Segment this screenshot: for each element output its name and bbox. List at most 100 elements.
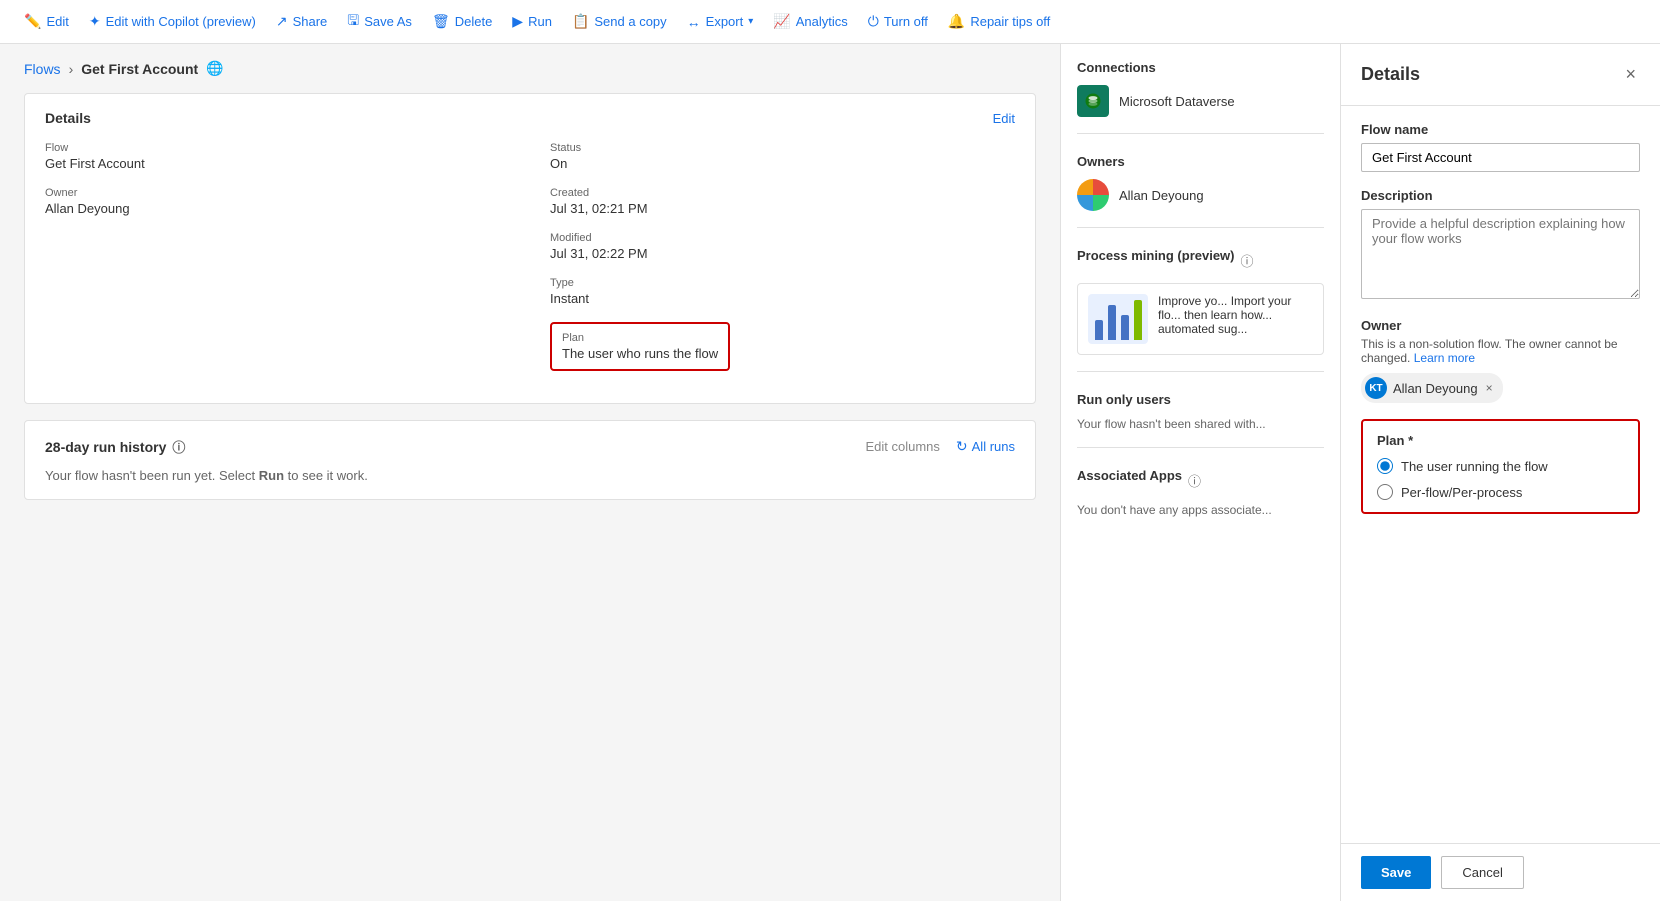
plan-highlight-box: Plan The user who runs the flow <box>550 322 730 371</box>
delete-icon: 🗑 <box>432 13 450 30</box>
run-word: Run <box>259 468 284 483</box>
right-panel: Connections Microsoft Dataverse Owners A <box>1060 44 1340 901</box>
owners-title: Owners <box>1077 154 1324 169</box>
edit-icon: ✏️ <box>24 13 41 30</box>
owner-item: Allan Deyoung <box>1077 179 1324 211</box>
globe-icon: 🌐 <box>206 60 223 77</box>
bar4 <box>1134 300 1142 340</box>
flow-label: Flow <box>45 142 510 154</box>
owner-name: Allan Deyoung <box>1119 188 1204 203</box>
created-value: Jul 31, 02:21 PM <box>550 201 1015 216</box>
owner-tag-remove[interactable]: × <box>1486 381 1493 395</box>
toolbar-save-as-label: Save As <box>364 14 412 29</box>
flow-value: Get First Account <box>45 156 510 171</box>
details-card-header: Details Edit <box>45 110 1015 126</box>
details-grid: Flow Get First Account Owner Allan Deyou… <box>45 142 1015 387</box>
plan-option-user-running[interactable]: The user running the flow <box>1377 458 1624 474</box>
associated-apps-section: Associated Apps ⓘ You don't have any app… <box>1077 468 1324 533</box>
process-mining-title: Process mining (preview) <box>1077 248 1235 263</box>
toolbar-send-copy[interactable]: 📋 Send a copy <box>564 7 675 36</box>
owner-avatar <box>1077 179 1109 211</box>
details-panel-header: Details × <box>1341 44 1660 106</box>
type-label: Type <box>550 277 1015 289</box>
toolbar-edit-copilot[interactable]: ✦ Edit with Copilot (preview) <box>81 7 264 36</box>
flow-name-input[interactable] <box>1361 143 1640 172</box>
toolbar-export[interactable]: ↔ Export ▾ <box>679 8 762 36</box>
owner-desc-text: This is a non-solution flow. The owner c… <box>1361 337 1618 365</box>
run-only-users-title: Run only users <box>1077 392 1324 407</box>
cancel-button[interactable]: Cancel <box>1441 856 1523 889</box>
plan-section: Plan * The user running the flow Per-flo… <box>1361 419 1640 514</box>
process-mining-text: Improve yo... Import your flo... then le… <box>1158 294 1313 344</box>
process-mining-card: Improve yo... Import your flo... then le… <box>1077 283 1324 355</box>
export-chevron-icon: ▾ <box>748 16 753 27</box>
send-copy-icon: 📋 <box>572 13 589 30</box>
description-textarea[interactable] <box>1361 209 1640 299</box>
copilot-icon: ✦ <box>89 13 101 30</box>
owner-detail: Owner Allan Deyoung <box>45 187 510 216</box>
flow-detail: Flow Get First Account <box>45 142 510 171</box>
plan-value: The user who runs the flow <box>562 346 718 361</box>
owner-label: Owner <box>45 187 510 199</box>
owner-value: Allan Deyoung <box>45 201 510 216</box>
details-edit-link[interactable]: Edit <box>993 111 1015 126</box>
run-history-title: 28-day run history <box>45 439 166 455</box>
plan-radio-user-running[interactable] <box>1377 458 1393 474</box>
plan-option-per-flow[interactable]: Per-flow/Per-process <box>1377 484 1624 500</box>
bar2 <box>1108 305 1116 340</box>
associated-apps-info-icon[interactable]: ⓘ <box>1188 471 1201 490</box>
details-card: Details Edit Flow Get First Account Owne… <box>24 93 1036 404</box>
edit-columns-link[interactable]: Edit columns <box>865 439 939 454</box>
toolbar-export-label: Export <box>706 14 744 29</box>
all-runs-link[interactable]: ↻ All runs <box>956 438 1015 455</box>
refresh-icon: ↻ <box>956 438 968 455</box>
owner-field-label: Owner <box>1361 318 1640 333</box>
breadcrumb-separator: › <box>69 61 74 77</box>
details-card-title: Details <box>45 110 91 126</box>
process-mining-section: Process mining (preview) ⓘ Improve yo...… <box>1077 248 1324 372</box>
type-value: Instant <box>550 291 1015 306</box>
toolbar-analytics[interactable]: 📈 Analytics <box>765 7 855 36</box>
toolbar-edit-label: Edit <box>46 14 68 29</box>
toolbar-run-label: Run <box>528 14 552 29</box>
owner-field-group: Owner This is a non-solution flow. The o… <box>1361 318 1640 403</box>
save-button[interactable]: Save <box>1361 856 1431 889</box>
dataverse-icon <box>1077 85 1109 117</box>
content-panel: Flows › Get First Account 🌐 Details Edit… <box>0 44 1060 901</box>
run-history-empty-text1: Your flow hasn't been run yet. Select <box>45 468 259 483</box>
toolbar-turn-off[interactable]: ⏻ Turn off <box>860 7 936 36</box>
owner-tag: KT Allan Deyoung × <box>1361 373 1503 403</box>
associated-apps-title-row: Associated Apps ⓘ <box>1077 468 1324 493</box>
owner-tag-name: Allan Deyoung <box>1393 381 1478 396</box>
description-field-group: Description <box>1361 188 1640 302</box>
owner-tag-avatar: KT <box>1365 377 1387 399</box>
process-mining-info-icon[interactable]: ⓘ <box>1241 251 1254 270</box>
toolbar-copilot-label: Edit with Copilot (preview) <box>106 14 256 29</box>
owner-learn-more-link[interactable]: Learn more <box>1414 351 1475 365</box>
toolbar-turn-off-label: Turn off <box>884 14 928 29</box>
run-only-users-text: Your flow hasn't been shared with... <box>1077 417 1324 431</box>
toolbar-save-as[interactable]: 🖫 Save As <box>339 4 420 40</box>
toolbar-delete[interactable]: 🗑 Delete <box>424 7 500 36</box>
toolbar-analytics-label: Analytics <box>796 14 848 29</box>
toolbar-run[interactable]: ▶ Run <box>504 7 560 36</box>
details-panel-close[interactable]: × <box>1621 60 1640 89</box>
toolbar-share[interactable]: ↗ Share <box>268 7 335 36</box>
owners-section: Owners Allan Deyoung <box>1077 154 1324 228</box>
modified-detail: Modified Jul 31, 02:22 PM <box>550 232 1015 261</box>
process-mining-title-row: Process mining (preview) ⓘ <box>1077 248 1324 273</box>
bar3 <box>1121 315 1129 340</box>
run-history-empty-text2: to see it work. <box>284 468 368 483</box>
run-history-info-icon[interactable]: ⓘ <box>172 437 185 456</box>
toolbar-repair-tips[interactable]: 🔔 Repair tips off <box>940 7 1058 36</box>
share-icon: ↗ <box>276 13 288 30</box>
details-panel: Details × Flow name Description Owner Th… <box>1340 44 1660 901</box>
toolbar-delete-label: Delete <box>455 14 493 29</box>
details-right: Status On Created Jul 31, 02:21 PM Modif… <box>550 142 1015 387</box>
details-panel-title: Details <box>1361 64 1420 85</box>
toolbar-repair-tips-label: Repair tips off <box>970 14 1050 29</box>
breadcrumb-parent[interactable]: Flows <box>24 61 61 77</box>
toolbar-edit[interactable]: ✏️ Edit <box>16 7 77 36</box>
breadcrumb: Flows › Get First Account 🌐 <box>24 60 1036 77</box>
plan-radio-per-flow[interactable] <box>1377 484 1393 500</box>
